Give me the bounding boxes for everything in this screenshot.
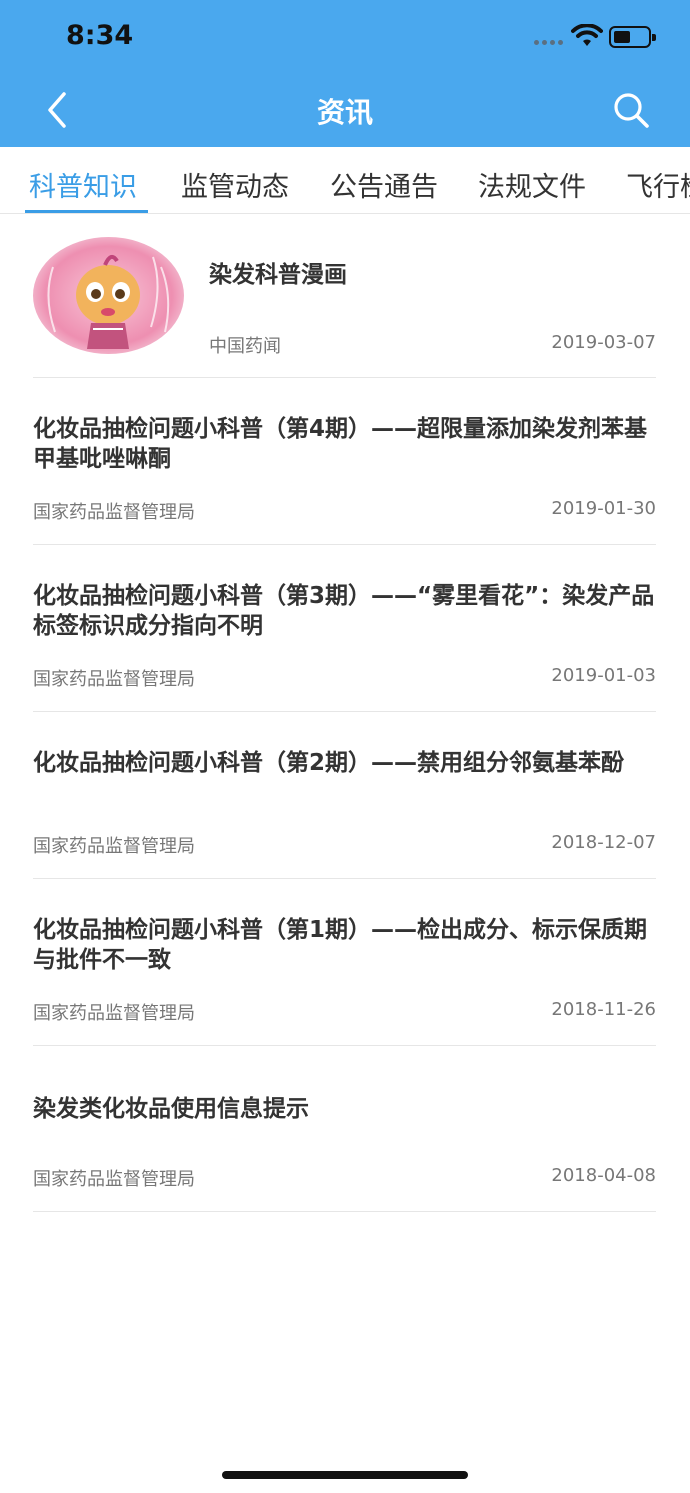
search-button[interactable] [608,88,654,134]
article-date: 2018-11-26 [551,999,656,1020]
list-item[interactable]: 化妆品抽检问题小科普（第4期）——超限量添加染发剂苯基甲基吡唑啉酮 国家药品监督… [33,378,656,545]
tab-regulations[interactable]: 法规文件 [478,165,586,204]
app-header: 8:34 资讯 [0,0,690,147]
article-title: 染发类化妆品使用信息提示 [33,1096,309,1122]
article-source: 中国药闻 [209,336,281,357]
list-item[interactable]: 化妆品抽检问题小科普（第2期）——禁用组分邻氨基苯酚 国家药品监督管理局 201… [33,712,656,879]
article-title: 化妆品抽检问题小科普（第2期）——禁用组分邻氨基苯酚 [33,750,625,776]
article-title: 化妆品抽检问题小科普（第3期）——“雾里看花”：染发产品标签标识成分指向不明 [33,583,655,639]
article-source: 国家药品监督管理局 [33,836,195,857]
article-date: 2019-03-07 [551,332,656,353]
article-source: 国家药品监督管理局 [33,1003,195,1024]
tab-regulatory-news[interactable]: 监管动态 [181,165,289,204]
cellular-signal-icon [534,40,563,45]
article-source: 国家药品监督管理局 [33,502,195,523]
tab-flight-inspection[interactable]: 飞行检查 [626,165,690,204]
page-title: 资讯 [316,96,373,129]
article-date: 2018-04-08 [551,1165,656,1186]
article-date: 2019-01-30 [551,498,656,519]
article-title: 化妆品抽检问题小科普（第4期）——超限量添加染发剂苯基甲基吡唑啉酮 [33,416,648,472]
active-tab-indicator [25,210,148,213]
search-icon [614,93,649,128]
tab-announcements[interactable]: 公告通告 [330,165,438,204]
list-item[interactable]: 化妆品抽检问题小科普（第3期）——“雾里看花”：染发产品标签标识成分指向不明 国… [33,545,656,712]
list-item[interactable]: 化妆品抽检问题小科普（第1期）——检出成分、标示保质期与批件不一致 国家药品监督… [33,879,656,1046]
article-date: 2019-01-03 [551,665,656,686]
article-thumbnail [33,237,184,354]
article-source: 国家药品监督管理局 [33,1169,195,1190]
article-title: 染发科普漫画 [209,262,347,288]
wifi-icon [571,24,603,46]
article-source: 国家药品监督管理局 [33,669,195,690]
list-item[interactable]: 染发类化妆品使用信息提示 国家药品监督管理局 2018-04-08 [33,1046,656,1212]
category-tabs: 科普知识 监管动态 公告通告 法规文件 飞行检查 [0,147,690,214]
home-indicator[interactable] [222,1471,468,1479]
tab-popular-science[interactable]: 科普知识 [29,165,137,204]
battery-icon [609,26,656,48]
list-item[interactable]: 染发科普漫画 中国药闻 2019-03-07 [33,214,656,378]
article-title: 化妆品抽检问题小科普（第1期）——检出成分、标示保质期与批件不一致 [33,917,648,973]
status-time: 8:34 [66,20,134,51]
article-date: 2018-12-07 [551,832,656,853]
